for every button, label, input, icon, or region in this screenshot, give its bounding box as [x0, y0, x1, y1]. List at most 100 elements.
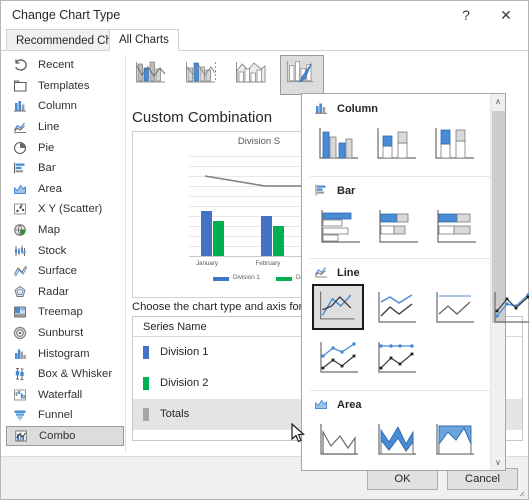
sidebar-item-treemap[interactable]: Treemap [6, 302, 124, 323]
sidebar-item-surface-label: Surface [38, 265, 77, 278]
dropdown-thumb-100-stacked-area[interactable] [430, 418, 482, 464]
sidebar-item-surface[interactable]: Surface [6, 261, 124, 282]
dropdown-thumb-100-stacked-line-with-markers[interactable] [372, 336, 424, 382]
preview-heading: Custom Combination [132, 109, 273, 126]
sidebar-item-scatter[interactable]: X Y (Scatter) [6, 199, 124, 220]
sidebar-item-stock-label: Stock [38, 244, 67, 257]
dropdown-section-column: Column [302, 96, 491, 177]
dropdown-thumb-clustered-column[interactable] [314, 122, 366, 168]
tab-all-charts[interactable]: All Charts [109, 29, 179, 51]
gallery-item-custom-combination[interactable] [280, 55, 324, 95]
series-name: Totals [160, 408, 190, 420]
tab-strip: Recommended Charts All Charts [1, 29, 528, 51]
dropdown-thumb-100-stacked-bar[interactable] [430, 204, 482, 250]
combo-subtype-gallery[interactable] [130, 53, 523, 98]
templates-icon [12, 78, 30, 94]
sidebar-item-area[interactable]: Area [6, 179, 124, 200]
waterfall-icon [12, 387, 30, 403]
legend-label-division1: Division 1 [233, 274, 260, 281]
sidebar-divider [125, 55, 126, 453]
dropdown-thumb-stacked-area[interactable] [372, 418, 424, 464]
stock-icon [12, 243, 30, 259]
sidebar-item-bar[interactable]: Bar [6, 158, 124, 179]
dropdown-section-bar: Bar [302, 178, 491, 259]
dropdown-thumb-area[interactable] [314, 418, 366, 464]
dropdown-thumb-100-stacked-line[interactable] [430, 286, 482, 332]
sidebar-item-line[interactable]: Line [6, 117, 124, 138]
close-button[interactable]: ✕ [486, 1, 526, 29]
sidebar-item-pie[interactable]: Pie [6, 137, 124, 158]
gallery-item-stacked-area-clustered-column[interactable] [230, 55, 274, 95]
section-title-bar: Bar [337, 185, 356, 197]
series-color-swatch [143, 346, 149, 359]
dropdown-thumb-stacked-line-with-markers[interactable] [314, 336, 366, 382]
cancel-button[interactable]: Cancel [447, 468, 518, 490]
histogram-icon [12, 346, 30, 362]
bar-division2-february [273, 226, 284, 256]
series-color-swatch [143, 377, 149, 390]
sidebar-item-templates[interactable]: Templates [6, 76, 124, 97]
dropdown-thumb-clustered-bar[interactable] [314, 204, 366, 250]
bar-division2-january [213, 221, 224, 256]
dropdown-thumb-stacked-line[interactable] [372, 286, 424, 332]
x-tick-label: January [195, 260, 218, 267]
legend-key-division2 [276, 277, 292, 281]
sidebar-item-combo[interactable]: Combo [6, 425, 124, 447]
sidebar-item-waterfall[interactable]: Waterfall [6, 385, 124, 406]
sidebar-item-box-whisker[interactable]: Box & Whisker [6, 364, 124, 385]
gallery-item-clustered-column-line[interactable] [130, 55, 174, 95]
legend-key-division1 [213, 277, 229, 281]
sidebar-item-area-label: Area [38, 182, 62, 195]
dropdown-thumb-line-with-markers[interactable] [488, 286, 529, 332]
area-icon [12, 181, 30, 197]
sidebar-item-recent[interactable]: Recent [6, 55, 124, 76]
sidebar-item-radar-label: Radar [38, 285, 69, 298]
sidebar-item-funnel[interactable]: Funnel [6, 405, 124, 426]
section-title-area: Area [337, 399, 362, 411]
radar-icon [12, 284, 30, 300]
line-icon [12, 119, 30, 135]
close-icon: ✕ [500, 6, 512, 23]
chart-type-dropdown-list[interactable]: ∧ ∨ Column Bar Line Area [301, 93, 529, 471]
scroll-down-icon[interactable]: ∨ [491, 455, 505, 470]
sidebar-item-column-label: Column [38, 100, 77, 113]
column-section-icon [314, 101, 329, 118]
sidebar-item-column[interactable]: Column [6, 96, 124, 117]
treemap-icon [12, 304, 30, 320]
bar-icon [12, 160, 30, 176]
scatter-icon [12, 201, 30, 217]
chart-type-sidebar[interactable]: Recent Templates Column Line Pie Bar Are… [6, 55, 124, 453]
dropdown-thumb-100-stacked-column[interactable] [430, 122, 482, 168]
section-divider [310, 176, 491, 177]
scroll-up-icon[interactable]: ∧ [491, 94, 505, 109]
sidebar-item-pie-label: Pie [38, 141, 55, 154]
ok-button-label: OK [394, 473, 411, 485]
sidebar-item-radar[interactable]: Radar [6, 282, 124, 303]
section-header-bar: Bar [302, 178, 491, 204]
gallery-item-clustered-column-line-secondary-axis[interactable] [180, 55, 224, 95]
ok-button[interactable]: OK [367, 468, 438, 490]
sunburst-icon [12, 325, 30, 341]
sidebar-item-histogram[interactable]: Histogram [6, 343, 124, 364]
tab-all-charts-label: All Charts [119, 34, 169, 46]
dropdown-thumb-stacked-bar[interactable] [372, 204, 424, 250]
section-divider [310, 258, 491, 259]
sidebar-item-waterfall-label: Waterfall [38, 388, 83, 401]
dropdown-scrollbar[interactable]: ∧ ∨ [490, 94, 505, 470]
sidebar-item-sunburst[interactable]: Sunburst [6, 323, 124, 344]
resize-grip[interactable] [515, 487, 525, 497]
surface-icon [12, 263, 30, 279]
funnel-icon [12, 407, 30, 423]
sidebar-item-map[interactable]: Map [6, 220, 124, 241]
section-header-column: Column [302, 96, 491, 122]
sidebar-item-map-label: Map [38, 224, 60, 237]
sidebar-item-recent-label: Recent [38, 59, 74, 72]
dropdown-thumb-line[interactable] [312, 284, 364, 330]
dropdown-thumb-stacked-column[interactable] [372, 122, 424, 168]
help-button[interactable]: ? [446, 1, 486, 29]
title-bar: Change Chart Type ? ✕ [1, 1, 528, 29]
sidebar-item-stock[interactable]: Stock [6, 240, 124, 261]
sidebar-item-combo-label: Combo [39, 429, 76, 442]
section-divider [310, 390, 491, 391]
series-name: Division 1 [160, 346, 209, 358]
